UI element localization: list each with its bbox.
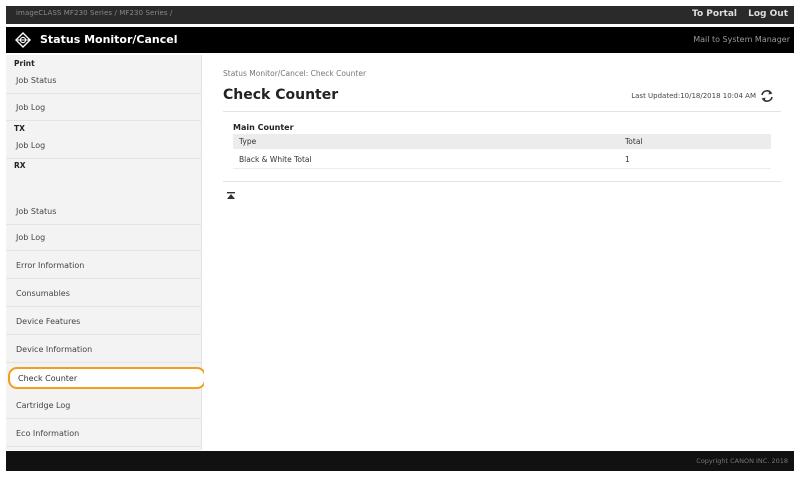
footer: Copyright CANON INC. 2018 [6, 451, 794, 471]
counter-table: Type Total Black & White Total 1 [233, 134, 771, 169]
device-crumbs: imageCLASS MF230 Series / MF230 Series / [16, 9, 173, 17]
page: imageCLASS MF230 Series / MF230 Series /… [0, 0, 798, 477]
sidebar-item-error-information[interactable]: Error Information [6, 253, 202, 279]
main-content: Status Monitor/Cancel: Check Counter Che… [204, 55, 794, 450]
app-title: Status Monitor/Cancel [40, 33, 178, 46]
sidebar-section-rx: RX [14, 161, 26, 170]
logout-link[interactable]: Log Out [748, 9, 788, 19]
refresh-icon[interactable] [760, 89, 774, 103]
table-row: Black & White Total 1 [233, 149, 771, 169]
main-counter-heading: Main Counter [233, 123, 294, 132]
header-total: Total [625, 137, 643, 146]
table-header-row: Type Total [233, 134, 771, 149]
cell-type: Black & White Total [239, 155, 312, 164]
sidebar-item-device-features[interactable]: Device Features [6, 309, 202, 335]
top-links: To Portal Log Out [684, 9, 788, 19]
table-divider [223, 181, 781, 182]
copyright-text: Copyright CANON INC. 2018 [696, 457, 788, 465]
title-bar: Status Monitor/Cancel Mail to System Man… [6, 27, 794, 53]
sidebar-item-print-job-status[interactable]: Job Status [6, 68, 202, 94]
sidebar-item-rx-job-log[interactable]: Job Log [6, 225, 202, 251]
sidebar-section-print: Print [14, 59, 35, 68]
sidebar-section-tx: TX [14, 124, 25, 133]
sidebar-item-check-counter[interactable]: Check Counter [8, 367, 206, 389]
sidebar-item-rx-job-status[interactable]: Job Status [6, 199, 202, 225]
sidebar-item-device-information[interactable]: Device Information [6, 337, 202, 363]
status-monitor-icon [15, 32, 31, 48]
sidebar-item-cartridge-log[interactable]: Cartridge Log [6, 393, 202, 419]
breadcrumb: Status Monitor/Cancel: Check Counter [223, 69, 367, 78]
sidebar-item-consumables[interactable]: Consumables [6, 281, 202, 307]
cell-total: 1 [625, 155, 630, 164]
to-portal-link[interactable]: To Portal [692, 9, 737, 19]
sidebar-item-eco-information[interactable]: Eco Information [6, 421, 202, 447]
header-type: Type [239, 137, 257, 146]
page-title: Check Counter [223, 87, 339, 103]
top-bar: imageCLASS MF230 Series / MF230 Series /… [6, 6, 794, 24]
sidebar-item-print-job-log[interactable]: Job Log [6, 95, 202, 121]
sidebar: Print Job Status Job Log TX Job Log RX J… [6, 55, 206, 450]
scroll-to-top-icon[interactable] [227, 192, 235, 200]
mail-system-manager-link[interactable]: Mail to System Manager [693, 35, 790, 44]
sidebar-item-tx-job-log[interactable]: Job Log [6, 133, 202, 159]
title-divider [223, 111, 781, 112]
last-updated-text: Last Updated:10/18/2018 10:04 AM [631, 92, 756, 100]
